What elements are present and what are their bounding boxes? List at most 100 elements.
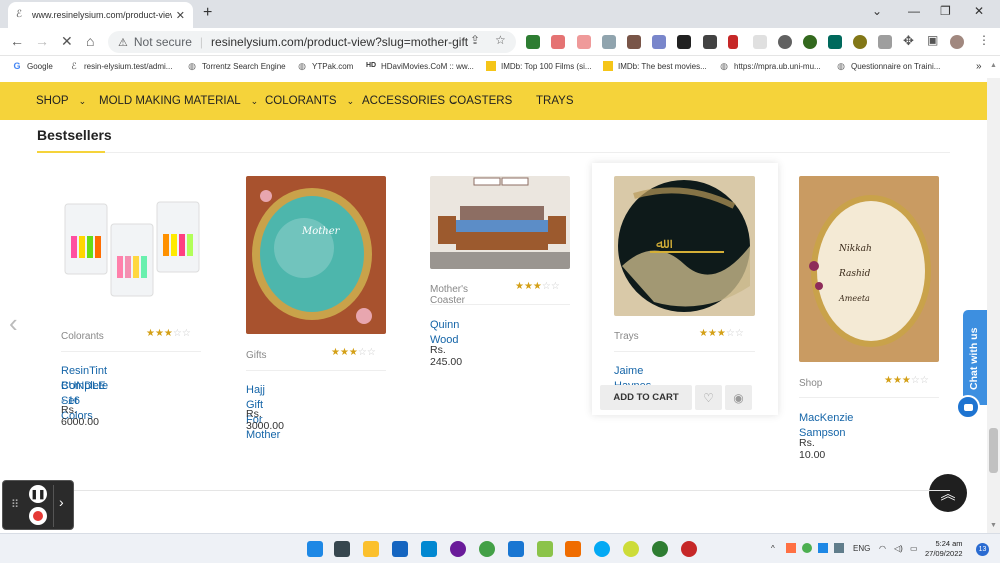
outlook-icon[interactable] xyxy=(392,541,408,557)
address-bar[interactable]: ⚠ Not secure | resinelysium.com/product-… xyxy=(108,31,516,53)
nav-item-coasters[interactable]: COASTERS xyxy=(449,95,512,107)
extension-icon[interactable] xyxy=(602,35,616,49)
nav-item-mold-making-material[interactable]: MOLD MAKING MATERIAL ⌄ xyxy=(99,95,258,107)
bookmark-item[interactable]: ℰresin-elysium.test/admi... xyxy=(69,61,172,71)
more-bookmarks-icon[interactable]: » xyxy=(976,61,982,72)
bookmark-item[interactable]: ◍ https://mpra.ub.uni-mu... xyxy=(719,61,821,71)
maximize-button[interactable]: ❐ xyxy=(940,4,951,18)
extension-icon[interactable] xyxy=(652,35,666,49)
vscode-icon[interactable] xyxy=(508,541,524,557)
close-window-button[interactable]: ✕ xyxy=(974,4,984,18)
nav-item-trays[interactable]: TRAYS xyxy=(536,95,574,107)
app-icon[interactable] xyxy=(623,541,639,557)
bookmark-item[interactable]: ◍ YTPak.com xyxy=(297,61,353,71)
app-icon[interactable] xyxy=(537,541,553,557)
extension-icon[interactable] xyxy=(728,35,738,49)
windows-start-icon[interactable] xyxy=(307,541,323,557)
extension-icon[interactable] xyxy=(803,35,817,49)
language-indicator[interactable]: ENG xyxy=(853,544,870,553)
product-image[interactable] xyxy=(430,176,570,269)
share-icon[interactable]: ⇪ xyxy=(470,33,480,47)
scrollbar-thumb[interactable] xyxy=(989,428,998,473)
scroll-up-icon[interactable]: ▲ xyxy=(990,62,997,69)
chrome-icon[interactable] xyxy=(681,541,697,557)
product-category[interactable]: Trays xyxy=(614,331,639,342)
scroll-down-icon[interactable]: ▼ xyxy=(990,522,997,529)
add-to-cart-button[interactable]: ADD TO CART xyxy=(600,385,692,410)
menu-icon[interactable]: ⋮ xyxy=(978,33,990,47)
product-image[interactable] xyxy=(61,196,201,301)
extension-icon[interactable] xyxy=(551,35,565,49)
notification-badge[interactable]: 13 xyxy=(976,543,989,556)
extension-icon[interactable] xyxy=(828,35,842,49)
battery-icon[interactable]: ▭ xyxy=(910,544,918,553)
app-icon[interactable] xyxy=(565,541,581,557)
back-to-top-icon[interactable]: ︽ xyxy=(929,474,967,512)
product-category[interactable]: Mother's Coaster xyxy=(430,284,468,306)
taskbar-clock[interactable]: 5:24 am 27/09/2022 xyxy=(925,539,963,559)
app-icon[interactable] xyxy=(450,541,466,557)
product-category[interactable]: Gifts xyxy=(246,350,267,361)
app-icon[interactable] xyxy=(652,541,668,557)
tray-icon[interactable] xyxy=(834,543,844,553)
bookmark-item[interactable]: IMDb: Top 100 Films (si... xyxy=(486,61,592,71)
product-category[interactable]: Shop xyxy=(799,378,822,389)
app-icon[interactable] xyxy=(421,541,437,557)
url-text[interactable]: resinelysium.com/product-view?slug=mothe… xyxy=(211,35,468,49)
minimize-button[interactable]: — xyxy=(908,4,920,18)
extension-icon[interactable] xyxy=(526,35,540,49)
nav-item-shop[interactable]: SHOP ⌄ xyxy=(36,95,86,107)
extensions-puzzle-icon[interactable]: ✥ xyxy=(903,33,914,49)
file-explorer-icon[interactable] xyxy=(363,541,379,557)
profile-avatar[interactable] xyxy=(950,35,964,49)
chat-bubble-icon[interactable] xyxy=(956,395,980,419)
chevron-right-icon[interactable]: › xyxy=(59,494,64,510)
bookmark-item[interactable]: HD HDaviMovies.CoM :: ww... xyxy=(366,61,474,71)
extension-icon[interactable] xyxy=(627,35,641,49)
extension-icon[interactable] xyxy=(853,35,867,49)
pause-icon[interactable]: ❚❚ xyxy=(29,485,47,503)
bookmark-item[interactable]: IMDb: The best movies... xyxy=(603,61,707,71)
tab-search-icon[interactable]: ⌄ xyxy=(872,4,882,18)
stop-reload-button[interactable]: ✕ xyxy=(61,33,73,50)
tray-icon[interactable] xyxy=(802,543,812,553)
volume-icon[interactable]: ◁) xyxy=(894,544,903,553)
close-tab-icon[interactable]: ✕ xyxy=(176,9,185,22)
home-button[interactable]: ⌂ xyxy=(86,33,94,49)
extension-icon[interactable] xyxy=(677,35,691,49)
extension-icon[interactable] xyxy=(577,35,591,49)
extension-icon[interactable] xyxy=(753,35,767,49)
carousel-prev-arrow-icon[interactable]: ‹ xyxy=(9,308,18,339)
drag-handle-icon[interactable]: ⠿ xyxy=(11,498,19,511)
chevron-up-icon[interactable]: ^ xyxy=(771,544,775,553)
extension-icon[interactable] xyxy=(778,35,792,49)
new-tab-button[interactable]: + xyxy=(203,4,212,22)
bookmark-item[interactable]: ◍ Questionnaire on Traini... xyxy=(836,61,940,71)
wifi-icon[interactable]: ◠ xyxy=(879,544,886,553)
product-image[interactable]: Mother xyxy=(246,176,386,334)
nav-item-colorants[interactable]: COLORANTS ⌄ xyxy=(265,95,354,107)
tray-icon[interactable] xyxy=(818,543,828,553)
bookmark-item[interactable]: G Google xyxy=(12,61,52,71)
task-view-icon[interactable] xyxy=(334,541,350,557)
back-button[interactable]: ← xyxy=(10,33,24,49)
stop-record-icon[interactable] xyxy=(29,507,47,525)
product-image[interactable]: ﷲ xyxy=(614,176,755,316)
side-panel-icon[interactable]: ▣ xyxy=(927,33,938,47)
extension-icon[interactable] xyxy=(703,35,717,49)
extension-icon[interactable] xyxy=(878,35,892,49)
product-category[interactable]: Colorants xyxy=(61,331,104,342)
browser-tab[interactable]: ℰ www.resinelysium.com/product-view?sl ✕ xyxy=(8,2,193,28)
nav-item-accessories[interactable]: ACCESSORIES ⌄ xyxy=(362,95,457,107)
wishlist-heart-icon[interactable]: ♡ xyxy=(695,385,722,410)
skype-icon[interactable] xyxy=(594,541,610,557)
bookmark-item[interactable]: ◍ Torrentz Search Engine xyxy=(187,61,286,71)
tray-icon[interactable] xyxy=(786,543,796,553)
product-image[interactable]: Nikkah Rashid Ameeta xyxy=(799,176,939,362)
chrome-icon[interactable] xyxy=(479,541,495,557)
chat-with-us-tab[interactable]: Chat with us xyxy=(963,310,987,405)
quick-view-eye-icon[interactable]: ◉ xyxy=(725,385,752,410)
forward-button[interactable]: → xyxy=(35,33,49,49)
warning-icon[interactable]: ⚠ xyxy=(118,36,128,49)
bookmark-star-icon[interactable]: ☆ xyxy=(495,33,506,47)
